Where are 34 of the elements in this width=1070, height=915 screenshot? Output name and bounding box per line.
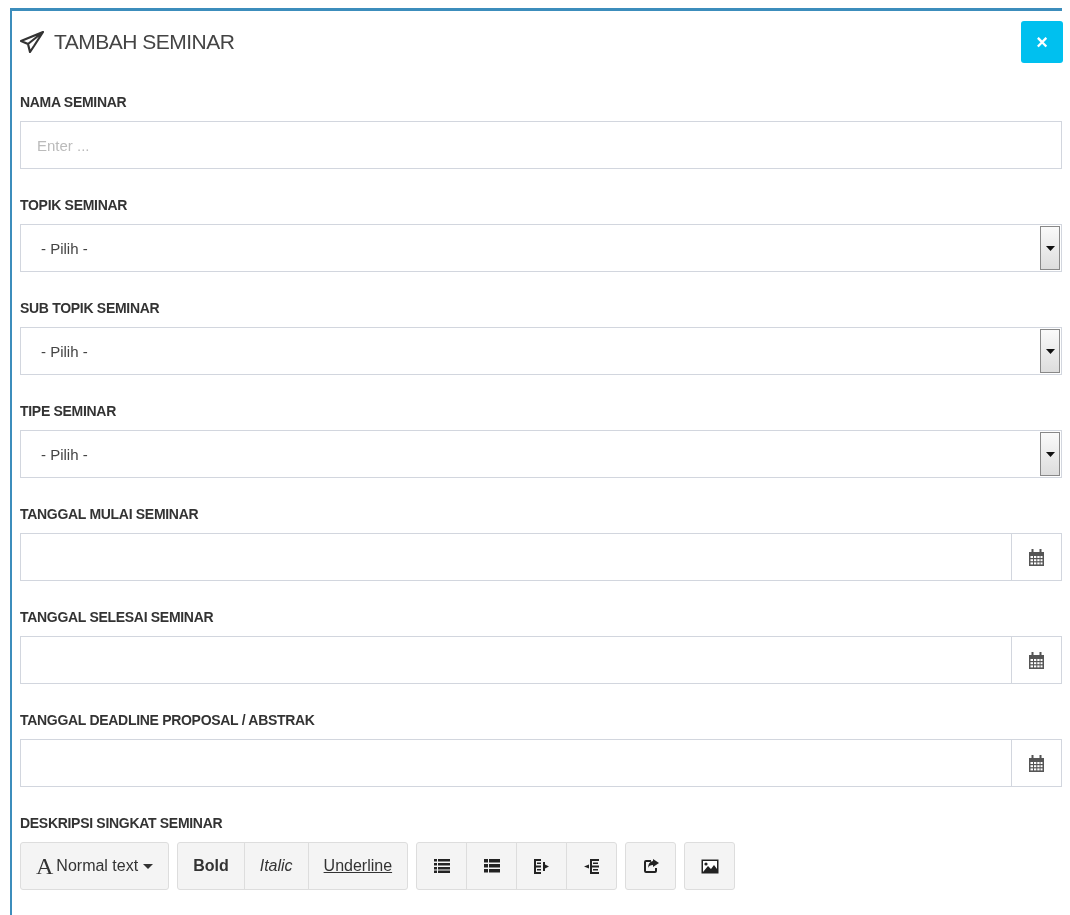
calendar-icon[interactable] <box>1029 548 1044 566</box>
calendar-icon[interactable] <box>1029 651 1044 669</box>
list-icon <box>483 859 500 873</box>
outdent-button[interactable] <box>516 842 568 890</box>
bold-button[interactable]: Bold <box>177 842 245 890</box>
paper-plane-icon <box>20 31 44 53</box>
field-label: TANGGAL MULAI SEMINAR <box>20 506 199 522</box>
dropdown-field[interactable]: - Pilih - <box>20 430 1062 478</box>
field-label: DESKRIPSI SINGKAT SEMINAR <box>20 815 223 831</box>
caret-icon <box>143 863 154 869</box>
font-style-dropdown[interactable]: A Normal text <box>20 842 170 890</box>
image-icon <box>700 858 719 874</box>
indent-button[interactable] <box>566 842 618 890</box>
underline-button[interactable]: Underline <box>307 842 409 890</box>
bullet-list-icon <box>433 859 450 873</box>
calendar-icon[interactable] <box>1029 754 1044 772</box>
input-field[interactable]: Enter ... <box>20 121 1062 169</box>
dropdown-field[interactable]: - Pilih - <box>20 224 1062 272</box>
outdent-icon <box>533 858 550 874</box>
bullet-list-button[interactable] <box>416 842 468 890</box>
indent-icon <box>583 858 600 874</box>
italic-button[interactable]: Italic <box>243 842 309 890</box>
field-label: TIPE SEMINAR <box>20 403 116 419</box>
field-label: SUB TOPIK SEMINAR <box>20 300 160 316</box>
numbered-list-button[interactable] <box>466 842 518 890</box>
field-label: TANGGAL DEADLINE PROPOSAL / ABSTRAK <box>20 712 315 728</box>
link-button[interactable] <box>625 842 677 890</box>
field-label: TANGGAL SELESAI SEMINAR <box>20 609 214 625</box>
field-label: TOPIK SEMINAR <box>20 197 128 213</box>
share-icon <box>642 858 659 874</box>
panel-title: TAMBAH SEMINAR <box>54 30 235 54</box>
dropdown-field[interactable]: - Pilih - <box>20 327 1062 375</box>
field-label: NAMA SEMINAR <box>20 94 127 110</box>
image-button[interactable] <box>684 842 736 890</box>
